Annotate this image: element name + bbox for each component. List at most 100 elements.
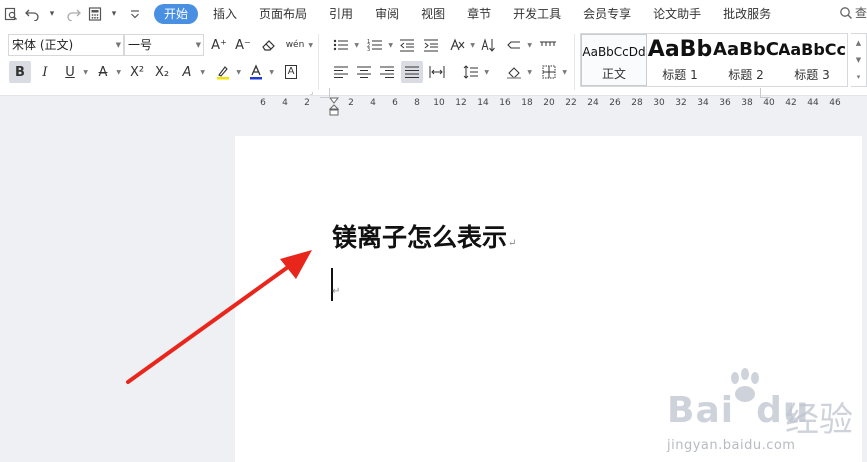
borders-button[interactable]: ▼ [538,61,567,83]
justify-button[interactable] [401,61,423,83]
eraser-icon [262,40,275,51]
strikethrough-button[interactable]: A ▼ [92,61,121,83]
ruler-tick-label: 14 [477,98,489,108]
underline-button[interactable]: U ▼ [59,61,88,83]
decrease-font-button[interactable]: A⁻ [232,34,254,56]
ruler-tick-label: 6 [392,98,398,108]
chevron-down-icon: ▼ [116,69,121,76]
tab-references[interactable]: 引用 [318,4,364,24]
clear-format-button[interactable] [258,34,280,56]
increase-font-button[interactable]: A⁺ [208,34,230,56]
more-styles-icon[interactable]: ▾ [857,73,861,81]
horizontal-ruler[interactable]: 6 4 2 2 4 6 8 10 12 14 16 18 20 22 24 26 28 30 32 34 36 38 40 4… [235,96,867,116]
align-left-button[interactable] [330,61,352,83]
style-heading-3[interactable]: AaBbCc 标题 3 [779,34,845,86]
chinese-layout-icon [450,38,465,51]
ruler-tick-label: 10 [433,98,445,108]
tab-insert[interactable]: 插入 [202,4,248,24]
justify-icon [405,66,419,78]
shading-button[interactable]: ▼ [503,61,532,83]
increase-indent-button[interactable] [420,34,442,56]
style-heading-1[interactable]: AaBb 标题 1 [647,34,713,86]
ribbon-separator [574,34,575,90]
bullet-list-icon [333,39,348,51]
tab-section[interactable]: 章节 [456,4,502,24]
ruler-tick-label: 24 [587,98,599,108]
ruler-tick-label: 20 [543,98,555,108]
distributed-align-button[interactable] [426,61,448,83]
indent-marker-icon[interactable] [329,96,339,116]
quick-access-toolbar: ▾ ▾ [0,0,148,28]
bullet-list-button[interactable]: ▼ [330,34,359,56]
style-normal[interactable]: AaBbCcDd 正文 [581,34,647,86]
calculator-dropdown-icon[interactable]: ▾ [108,5,120,23]
tab-correction-service[interactable]: 批改服务 [712,4,782,24]
tab-home[interactable]: 开始 [154,4,199,24]
ribbon-expand-icon[interactable]: ⌟ [310,88,313,96]
font-size-select[interactable]: 一号 ▼ [124,34,204,56]
document-heading[interactable]: 镁离子怎么表示↵ [332,218,516,254]
tab-view[interactable]: 视图 [410,4,456,24]
chevron-down-icon[interactable]: ▼ [856,56,861,64]
ruler-tick-label: 28 [631,98,643,108]
chevron-down-icon: ▼ [527,42,532,49]
highlight-button[interactable]: ▼ [212,61,241,83]
calculator-icon[interactable] [86,5,104,23]
tab-review[interactable]: 审阅 [364,4,410,24]
sort-icon [481,38,495,52]
chinese-layout-button[interactable]: ▼ [446,34,475,56]
decrease-indent-button[interactable] [396,34,418,56]
subscript-button[interactable]: X₂ [151,61,173,83]
styles-scroll[interactable]: ▲ ▼ ▾ [851,33,867,87]
paragraph-mark: ↵ [508,238,517,249]
pinyin-icon: wén [285,40,305,50]
chevron-down-icon: ▼ [354,42,359,49]
paragraph-mark-button[interactable]: ▼ [503,34,532,56]
align-right-button[interactable] [376,61,398,83]
ruler-tick-label: 8 [414,98,420,108]
tab-paper-assistant[interactable]: 论文助手 [642,4,712,24]
ruler-tick-label: 32 [675,98,687,108]
sort-button[interactable] [478,34,500,56]
chevron-down-icon: ▼ [200,69,205,76]
ruler-tick-label: 2 [304,98,310,108]
tab-member[interactable]: 会员专享 [572,4,642,24]
align-center-button[interactable] [353,61,375,83]
style-name: 标题 3 [794,68,830,82]
ruler-tick-label: 38 [741,98,753,108]
character-border-icon: A [284,65,298,79]
style-heading-2[interactable]: AaBbC 标题 2 [713,34,779,86]
tab-stops-icon [540,41,556,46]
search-box[interactable]: 查 [839,4,867,21]
superscript-button[interactable]: X² [126,61,148,83]
ruler-tick-label: 16 [499,98,511,108]
customize-icon[interactable] [126,5,144,23]
undo-dropdown-icon[interactable]: ▾ [46,5,58,23]
watermark-url: jingyan.baidu.com [667,438,796,453]
align-left-icon [334,66,348,78]
style-sample: AaBbC [713,39,779,60]
distributed-align-icon [429,66,445,78]
italic-button[interactable]: I [34,61,56,83]
align-right-icon [380,66,394,78]
font-color-button[interactable]: ▼ [245,61,274,83]
font-name-select[interactable]: 宋体 (正文) ▼ [8,34,124,56]
tab-page-layout[interactable]: 页面布局 [248,4,318,24]
chevron-down-icon: ▼ [308,42,313,49]
outdent-icon [400,39,414,52]
redo-icon[interactable] [64,5,82,23]
text-effect-button[interactable]: A ▼ [176,61,205,83]
pinyin-guide-button[interactable]: wén ▼ [284,34,313,56]
preview-icon[interactable] [2,5,20,23]
ruler-tick-label: 2 [348,98,354,108]
character-border-button[interactable]: A [280,61,302,83]
indent-icon [424,39,438,52]
chevron-up-icon[interactable]: ▲ [856,39,861,47]
tab-developer[interactable]: 开发工具 [502,4,572,24]
bold-button[interactable]: B [9,61,31,83]
margin-corner-mark [760,88,770,98]
numbered-list-button[interactable]: 1 2 3 ▼ [364,34,393,56]
undo-icon[interactable] [24,5,42,23]
tab-settings-button[interactable] [537,34,559,56]
line-spacing-button[interactable]: ▼ [460,61,489,83]
